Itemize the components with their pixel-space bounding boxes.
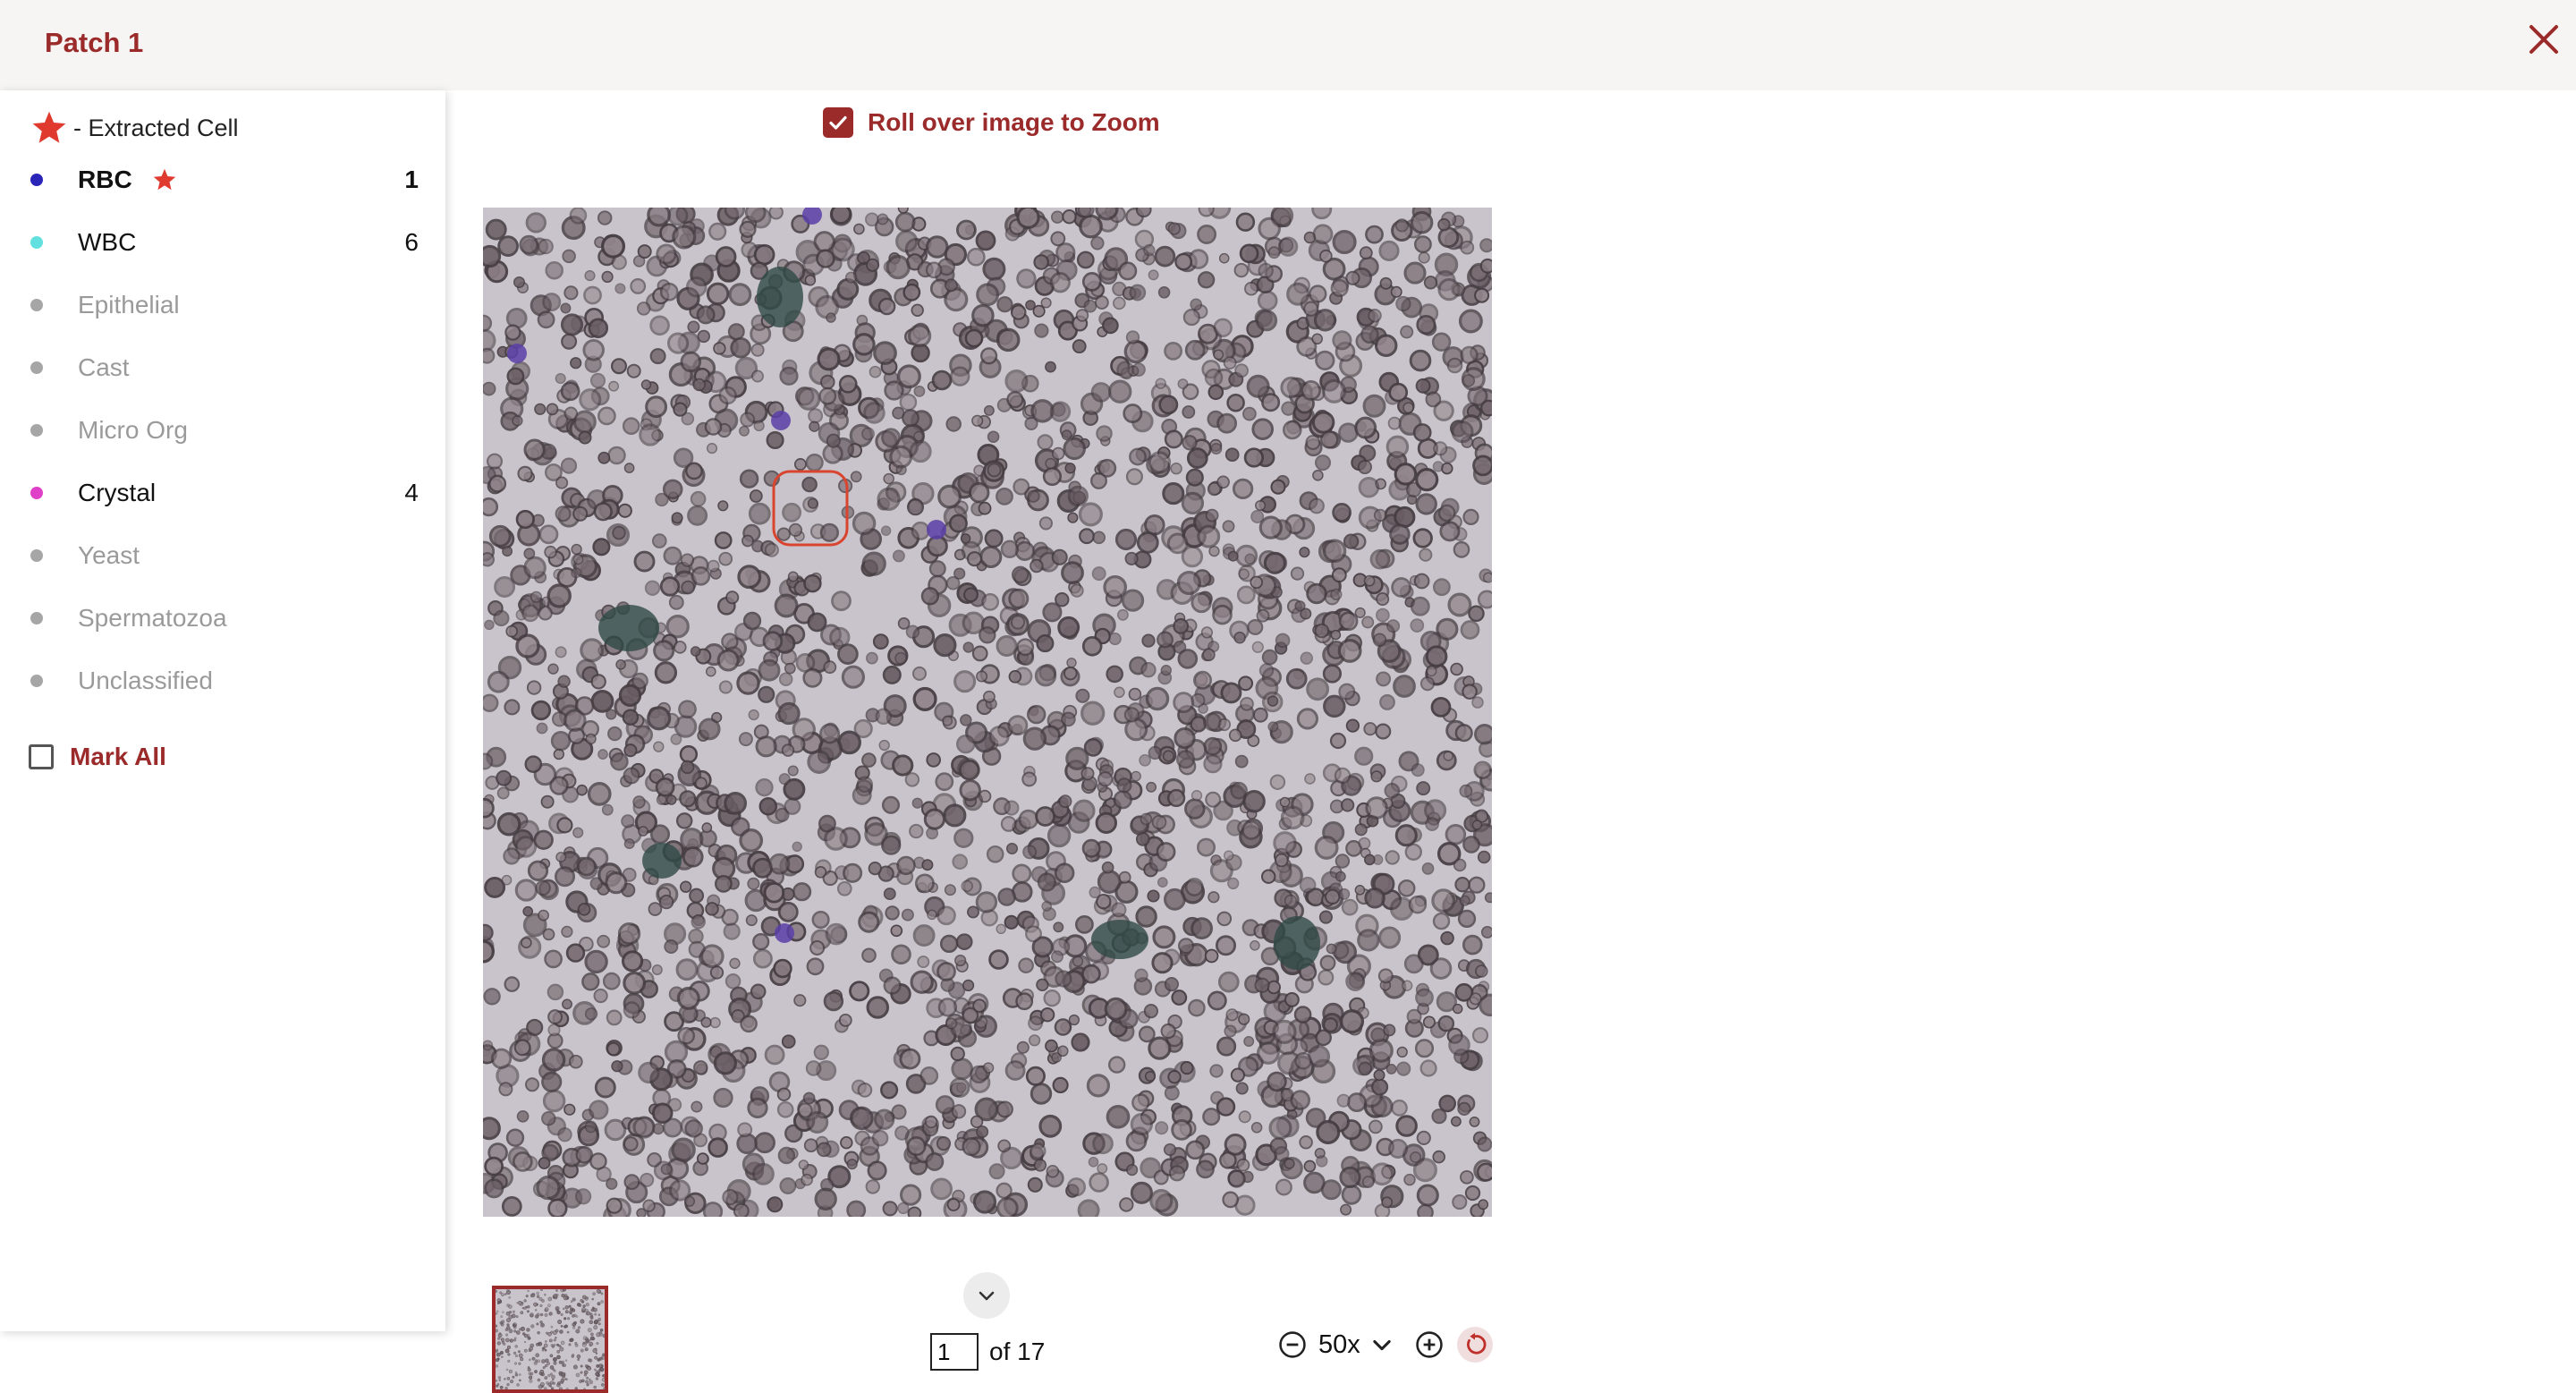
zoom-level: 50x <box>1318 1329 1360 1359</box>
category-label: Micro Org <box>78 416 188 444</box>
category-row-unclassified[interactable]: Unclassified <box>0 658 445 703</box>
zoom-out-icon[interactable] <box>1277 1329 1308 1360</box>
category-color-dot <box>30 236 43 249</box>
category-count: 4 <box>404 479 419 506</box>
category-row-spermatozoa[interactable]: Spermatozoa <box>0 596 445 641</box>
patch-thumbnail[interactable] <box>492 1286 608 1393</box>
page-total: of 17 <box>989 1338 1046 1365</box>
zoom-controls: 50x <box>1277 1324 1493 1365</box>
collapse-thumbnails-button[interactable] <box>963 1272 1010 1319</box>
category-count: 1 <box>404 166 419 193</box>
modal-header: Patch 1 <box>0 0 2576 90</box>
chevron-down-icon[interactable] <box>1369 1332 1394 1357</box>
close-icon[interactable] <box>2524 20 2563 59</box>
category-color-dot <box>30 299 43 311</box>
star-icon <box>32 111 66 143</box>
category-label: WBC <box>78 228 137 256</box>
extracted-cell-legend: - Extracted Cell <box>30 108 239 148</box>
pager: of 17 <box>930 1331 1045 1372</box>
thumbnail-image <box>496 1289 605 1389</box>
zoom-out-button[interactable] <box>1277 1329 1308 1360</box>
star-icon <box>153 168 176 191</box>
close-button[interactable] <box>2524 20 2563 59</box>
category-label: Yeast <box>78 541 140 569</box>
category-color-dot <box>30 424 43 437</box>
zoom-in-icon[interactable] <box>1414 1329 1445 1360</box>
category-row-cast[interactable]: Cast <box>0 345 445 390</box>
category-label: Cast <box>78 353 130 381</box>
page-number-input[interactable] <box>930 1333 979 1371</box>
category-color-dot <box>30 487 43 499</box>
reset-icon[interactable] <box>1462 1332 1487 1357</box>
category-row-wbc[interactable]: WBC 6 <box>0 220 445 265</box>
category-label: RBC <box>78 166 132 193</box>
category-count: 6 <box>404 228 419 256</box>
checkbox-icon[interactable] <box>29 744 54 769</box>
category-row-epithelial[interactable]: Epithelial <box>0 283 445 327</box>
mark-all-label: Mark All <box>70 743 166 770</box>
mark-all-checkbox[interactable]: Mark All <box>29 735 166 779</box>
checkbox-checked-icon[interactable] <box>823 107 853 138</box>
chevron-down-icon[interactable] <box>976 1285 997 1306</box>
category-label: Crystal <box>78 479 157 506</box>
category-label: Epithelial <box>78 291 180 319</box>
category-sidebar: - Extracted Cell RBC 1 WBC 6 Epithelial Cast M… <box>0 90 445 1331</box>
category-row-rbc[interactable]: RBC 1 <box>0 157 445 202</box>
category-color-dot <box>30 612 43 624</box>
microscopy-image-canvas <box>483 208 1492 1217</box>
zoom-in-button[interactable] <box>1414 1329 1445 1360</box>
category-color-dot <box>30 549 43 562</box>
category-row-yeast[interactable]: Yeast <box>0 533 445 578</box>
microscopy-image[interactable] <box>483 208 1492 1217</box>
category-row-micro-org[interactable]: Micro Org <box>0 408 445 453</box>
category-label: Spermatozoa <box>78 604 227 632</box>
zoom-level-dropdown[interactable] <box>1369 1332 1394 1357</box>
legend-label: - Extracted Cell <box>73 114 239 141</box>
category-color-dot <box>30 174 43 186</box>
reset-zoom-button[interactable] <box>1456 1327 1493 1363</box>
category-color-dot <box>30 675 43 687</box>
category-row-crystal[interactable]: Crystal 4 <box>0 471 445 515</box>
page-title: Patch 1 <box>45 27 144 58</box>
roll-over-zoom-toggle[interactable]: Roll over image to Zoom <box>823 105 1160 140</box>
category-color-dot <box>30 361 43 374</box>
zoom-toggle-label: Roll over image to Zoom <box>868 108 1160 136</box>
category-label: Unclassified <box>78 667 213 694</box>
